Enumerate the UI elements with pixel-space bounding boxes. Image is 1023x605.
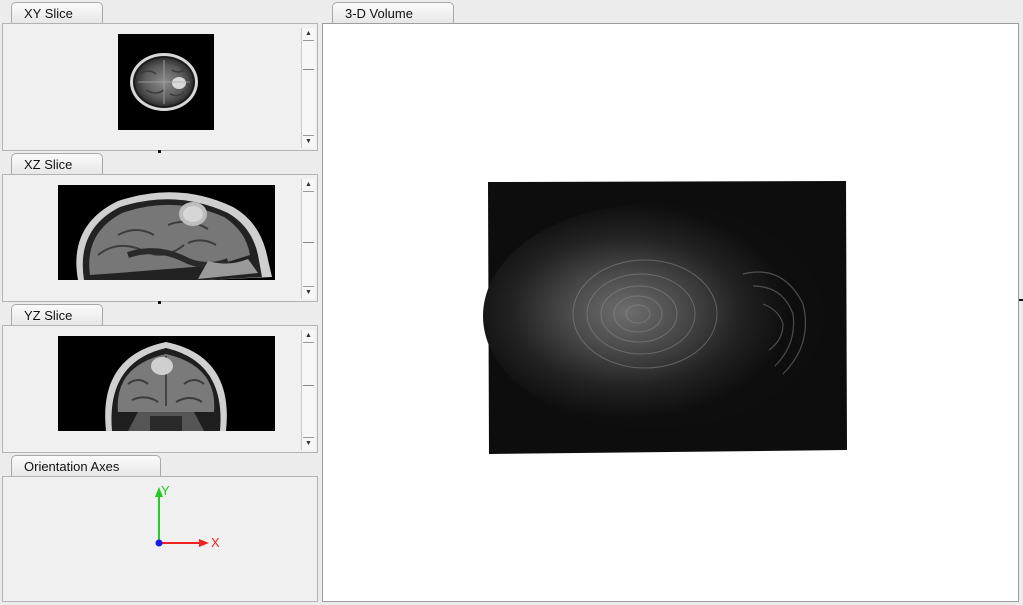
y-axis-label: Y (161, 483, 170, 498)
yz-slice-scrollbar[interactable]: ▲ ▼ (301, 330, 315, 450)
orientation-axes-pane: Y X (2, 476, 318, 602)
tab-orientation-axes[interactable]: Orientation Axes (11, 455, 161, 477)
xy-scroll-thumb[interactable] (303, 69, 314, 70)
volume-render[interactable] (323, 24, 1018, 601)
tab-xz-slice[interactable]: XZ Slice (11, 153, 103, 175)
tab-xy-slice-label: XY Slice (24, 6, 73, 21)
tab-xz-slice-label: XZ Slice (24, 157, 73, 172)
tab-orientation-axes-label: Orientation Axes (24, 459, 120, 474)
tab-xy-slice[interactable]: XY Slice (11, 2, 103, 24)
triangle-up-icon[interactable]: ▲ (302, 330, 315, 342)
yz-slice-pane: ▲ ▼ (2, 325, 318, 453)
tab-3d-volume[interactable]: 3-D Volume (332, 2, 454, 24)
triangle-up-icon[interactable]: ▲ (302, 28, 315, 40)
xy-slice-pane: ▲ ▼ (2, 23, 318, 151)
vertical-splitter-handle[interactable] (1019, 299, 1023, 301)
orientation-axes-widget[interactable]: Y X (3, 477, 319, 603)
triangle-up-icon[interactable]: ▲ (302, 179, 315, 191)
triangle-down-icon[interactable]: ▼ (302, 438, 315, 450)
xz-scroll-thumb[interactable] (303, 242, 314, 243)
xz-slice-scrollbar[interactable]: ▲ ▼ (301, 179, 315, 299)
tab-yz-slice[interactable]: YZ Slice (11, 304, 103, 326)
xz-slice-pane: ▲ ▼ (2, 174, 318, 302)
yz-scroll-thumb[interactable] (303, 385, 314, 386)
xz-splitter-handle[interactable] (158, 301, 161, 304)
axes-origin-dot (155, 539, 163, 547)
x-axis-arrow (199, 539, 209, 547)
xy-scroll-track[interactable] (303, 40, 314, 136)
triangle-down-icon[interactable]: ▼ (302, 136, 315, 148)
xy-splitter-handle[interactable] (158, 150, 161, 153)
xz-slice-image[interactable] (58, 185, 275, 280)
yz-scroll-track[interactable] (303, 342, 314, 438)
volume-view-pane (322, 23, 1019, 602)
yz-slice-image[interactable] (58, 336, 275, 431)
triangle-down-icon[interactable]: ▼ (302, 287, 315, 299)
xz-scroll-track[interactable] (303, 191, 314, 287)
tab-3d-volume-label: 3-D Volume (345, 6, 413, 21)
tab-yz-slice-label: YZ Slice (24, 308, 73, 323)
xy-slice-scrollbar[interactable]: ▲ ▼ (301, 28, 315, 148)
x-axis-label: X (211, 535, 220, 550)
xy-slice-image[interactable] (118, 34, 214, 130)
